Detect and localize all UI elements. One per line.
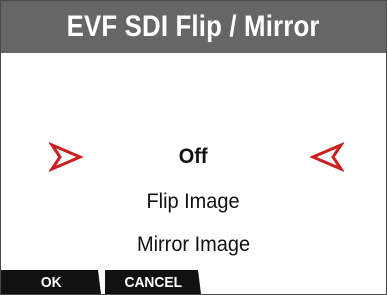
ok-button[interactable]: OK <box>1 270 101 294</box>
softkey-bar: OK CANCEL <box>1 270 386 294</box>
cancel-button[interactable]: CANCEL <box>105 270 201 294</box>
option-mirror-image[interactable]: Mirror Image <box>1 232 386 258</box>
cancel-button-label: CANCEL <box>124 273 182 291</box>
option-label: Flip Image <box>146 190 241 213</box>
option-label: Off <box>179 145 208 168</box>
selection-arrow-left-icon <box>310 142 344 172</box>
option-label: Mirror Image <box>136 233 251 256</box>
dialog-title: EVF SDI Flip / Mirror <box>66 10 321 43</box>
selection-arrow-right-icon <box>49 142 83 172</box>
dialog-frame: EVF SDI Flip / Mirror Off Flip Image Mir… <box>0 0 387 295</box>
dialog-title-bar: EVF SDI Flip / Mirror <box>1 1 386 53</box>
ok-button-label: OK <box>40 273 62 291</box>
option-flip-image[interactable]: Flip Image <box>1 189 386 215</box>
